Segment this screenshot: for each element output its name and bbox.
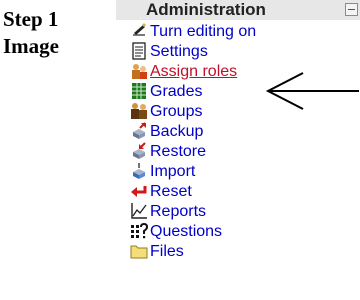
menu-item-label[interactable]: Files <box>150 242 184 262</box>
roles-icon <box>130 62 148 80</box>
grades-icon <box>130 82 148 100</box>
menu-item-restore[interactable]: Restore <box>116 142 356 162</box>
menu-item-settings[interactable]: Settings <box>116 42 356 62</box>
menu-item-label[interactable]: Restore <box>150 142 206 162</box>
import-icon <box>130 162 148 180</box>
menu-item-reports[interactable]: Reports <box>116 202 356 222</box>
menu-item-label[interactable]: Grades <box>150 82 202 102</box>
menu-item-backup[interactable]: Backup <box>116 122 356 142</box>
backup-icon <box>130 122 148 140</box>
menu-item-questions[interactable]: Questions <box>116 222 356 242</box>
menu-item-label[interactable]: Settings <box>150 42 208 62</box>
menu-item-files[interactable]: Files <box>116 242 356 262</box>
menu-item-label[interactable]: Reports <box>150 202 206 222</box>
menu-item-label[interactable]: Assign roles <box>150 62 237 82</box>
menu-item-label[interactable]: Groups <box>150 102 202 122</box>
restore-icon <box>130 142 148 160</box>
menu-item-turn-editing-on[interactable]: Turn editing on <box>116 22 356 42</box>
questions-icon <box>130 222 148 240</box>
edit-icon <box>130 22 148 40</box>
reset-icon <box>130 182 148 200</box>
block-title: Administration <box>146 0 266 19</box>
menu-item-label[interactable]: Questions <box>150 222 222 242</box>
menu-item-label[interactable]: Reset <box>150 182 192 202</box>
pointer-arrow <box>265 72 359 110</box>
menu-item-import[interactable]: Import <box>116 162 356 182</box>
step-caption-line2: Image <box>3 34 59 58</box>
files-icon <box>130 242 148 260</box>
reports-icon <box>130 202 148 220</box>
step-caption: Step 1 Image <box>3 6 83 60</box>
menu-item-reset[interactable]: Reset <box>116 182 356 202</box>
settings-icon <box>130 42 148 60</box>
step-caption-line1: Step 1 <box>3 7 59 31</box>
administration-block: Administration Turn editing on Settings … <box>116 0 360 300</box>
groups-icon <box>130 102 148 120</box>
collapse-icon[interactable] <box>345 3 358 16</box>
menu-item-label[interactable]: Backup <box>150 122 203 142</box>
block-header: Administration <box>116 0 360 20</box>
menu-item-label[interactable]: Turn editing on <box>150 22 256 42</box>
menu-item-label[interactable]: Import <box>150 162 195 182</box>
